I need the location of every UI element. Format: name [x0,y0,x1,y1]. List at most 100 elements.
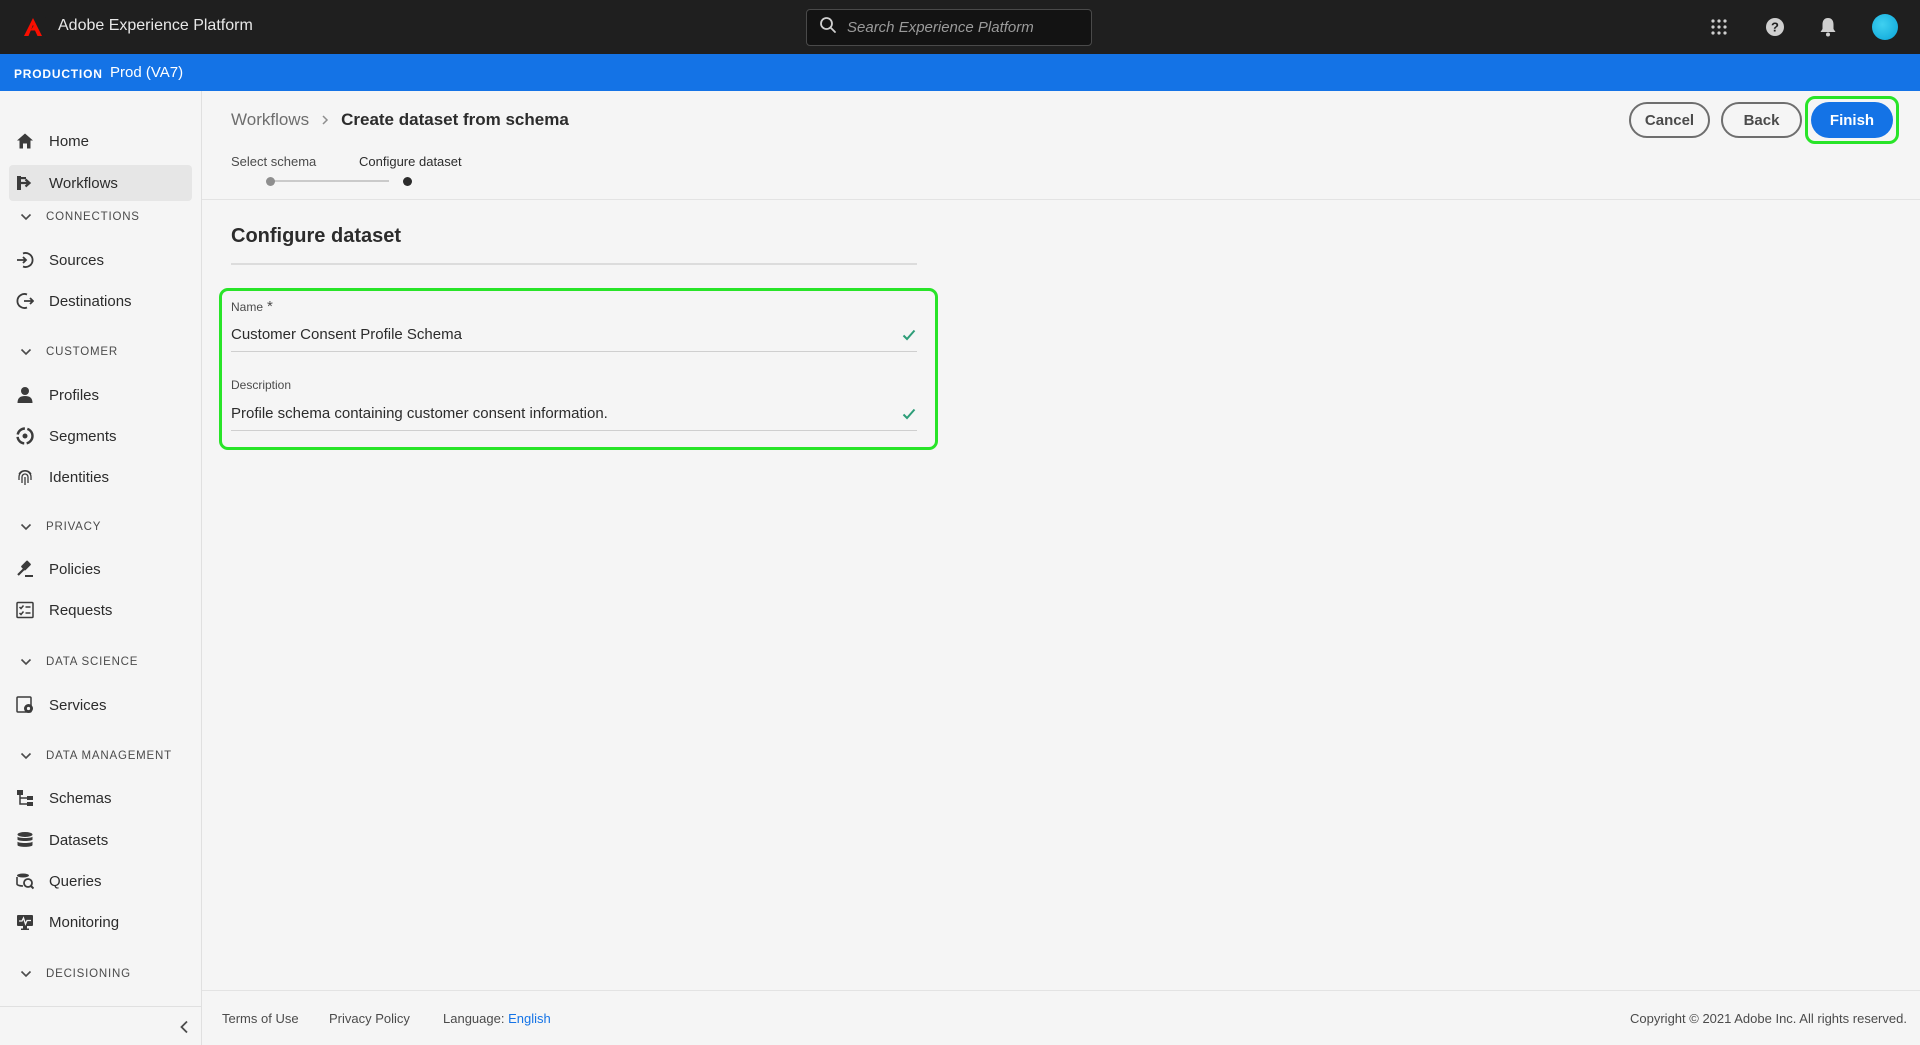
description-input[interactable] [231,397,917,431]
chevron-right-icon [321,114,329,126]
chevron-down-icon [20,210,34,224]
gavel-icon [15,559,35,579]
nav-item-segments[interactable]: Segments [9,418,192,454]
home-icon [15,131,35,151]
valid-checkmark-icon [901,406,917,422]
step-indicator: Select schema Configure dataset [231,154,491,190]
nav-item-datasets[interactable]: Datasets [9,822,192,858]
terms-of-use-link[interactable]: Terms of Use [222,1011,299,1026]
app-title[interactable]: Adobe Experience Platform [58,17,253,35]
header-divider [202,199,1920,200]
search-icon [819,16,837,39]
nav-item-sources[interactable]: Sources [9,242,192,278]
privacy-policy-link[interactable]: Privacy Policy [329,1011,410,1026]
nav-item-label: Home [49,132,90,150]
environment-label: PRODUCTION [14,67,103,81]
services-gear-icon [15,695,35,715]
back-button[interactable]: Back [1721,102,1802,138]
nav-item-label: Destinations [49,292,132,310]
environment-bar: PRODUCTION Prod (VA7) [0,54,1920,91]
chevron-left-icon[interactable] [176,1019,192,1035]
checklist-icon [15,600,35,620]
database-icon [15,830,35,850]
step-select-schema[interactable]: Select schema [231,154,316,169]
query-icon [15,871,35,891]
left-nav: Home Workflows CONNECTIONS Sources Desti… [0,91,202,1045]
nav-item-queries[interactable]: Queries [9,863,192,899]
destinations-icon [15,291,35,311]
nav-item-label: Sources [49,251,105,269]
profile-icon [15,385,35,405]
footer: Terms of Use Privacy Policy Language: En… [202,990,1920,1045]
chevron-down-icon [20,749,34,763]
fingerprint-icon [15,467,35,487]
valid-checkmark-icon [901,327,917,343]
name-field-label: Name * [231,298,273,315]
nav-section-connections[interactable]: CONNECTIONS [20,210,140,224]
language-value[interactable]: English [508,1011,551,1026]
nav-item-requests[interactable]: Requests [9,592,192,628]
schema-icon [15,788,35,808]
nav-item-schemas[interactable]: Schemas [9,780,192,816]
nav-item-home[interactable]: Home [9,123,192,159]
nav-item-label: Queries [49,872,102,890]
breadcrumb: Workflows Create dataset from schema [231,110,569,130]
language-selector[interactable]: Language: English [443,1011,551,1026]
workflows-icon [15,173,35,193]
step-configure-dataset: Configure dataset [359,154,462,169]
chevron-down-icon [20,520,34,534]
cancel-button[interactable]: Cancel [1629,102,1710,138]
nav-item-monitoring[interactable]: Monitoring [9,904,192,940]
nav-item-workflows[interactable]: Workflows [9,165,192,201]
adobe-logo-icon[interactable] [20,15,46,39]
nav-item-policies[interactable]: Policies [9,551,192,587]
finish-button[interactable]: Finish [1811,102,1893,138]
nav-item-identities[interactable]: Identities [9,459,192,495]
nav-item-label: Segments [49,427,117,445]
chevron-down-icon [20,967,34,981]
search-box[interactable] [806,9,1092,46]
step-dot-complete [266,177,275,186]
search-input[interactable] [847,19,1077,36]
nav-item-label: Monitoring [49,913,120,931]
name-input[interactable] [231,318,917,352]
copyright: Copyright © 2021 Adobe Inc. All rights r… [1630,1011,1907,1026]
step-track [271,180,389,182]
sources-icon [15,250,35,270]
description-field-label: Description [231,378,292,392]
section-divider [231,263,917,265]
user-avatar[interactable] [1872,14,1898,40]
segments-icon [15,426,35,446]
nav-item-label: Schemas [49,789,112,807]
nav-item-label: Profiles [49,386,100,404]
sidebar-collapse-bar [0,1006,201,1045]
nav-item-label: Workflows [49,174,118,192]
nav-section-customer[interactable]: CUSTOMER [20,345,118,359]
notifications-bell-icon[interactable] [1817,16,1839,38]
nav-item-label: Datasets [49,831,109,849]
nav-item-label: Policies [49,560,101,578]
nav-item-destinations[interactable]: Destinations [9,283,192,319]
top-bar: Adobe Experience Platform ? [0,0,1920,54]
page-title: Create dataset from schema [341,110,569,129]
nav-item-label: Services [49,696,107,714]
help-icon[interactable]: ? [1764,16,1786,38]
chevron-down-icon [20,345,34,359]
nav-item-services[interactable]: Services [9,687,192,723]
chevron-down-icon [20,655,34,669]
apps-grid-icon[interactable] [1708,16,1730,38]
required-indicator: * [267,298,273,315]
nav-section-data-science[interactable]: DATA SCIENCE [20,655,138,669]
step-dot-current [403,177,412,186]
nav-item-label: Identities [49,468,110,486]
breadcrumb-workflows-link[interactable]: Workflows [231,110,309,130]
sandbox-switcher[interactable]: Prod (VA7) [110,64,183,81]
svg-text:?: ? [1771,20,1779,35]
nav-item-profiles[interactable]: Profiles [9,377,192,413]
nav-item-label: Requests [49,601,113,619]
nav-section-privacy[interactable]: PRIVACY [20,520,101,534]
monitoring-icon [15,912,35,932]
nav-section-decisioning[interactable]: DECISIONING [20,967,131,981]
section-title: Configure dataset [231,225,402,247]
nav-section-data-management[interactable]: DATA MANAGEMENT [20,749,172,763]
